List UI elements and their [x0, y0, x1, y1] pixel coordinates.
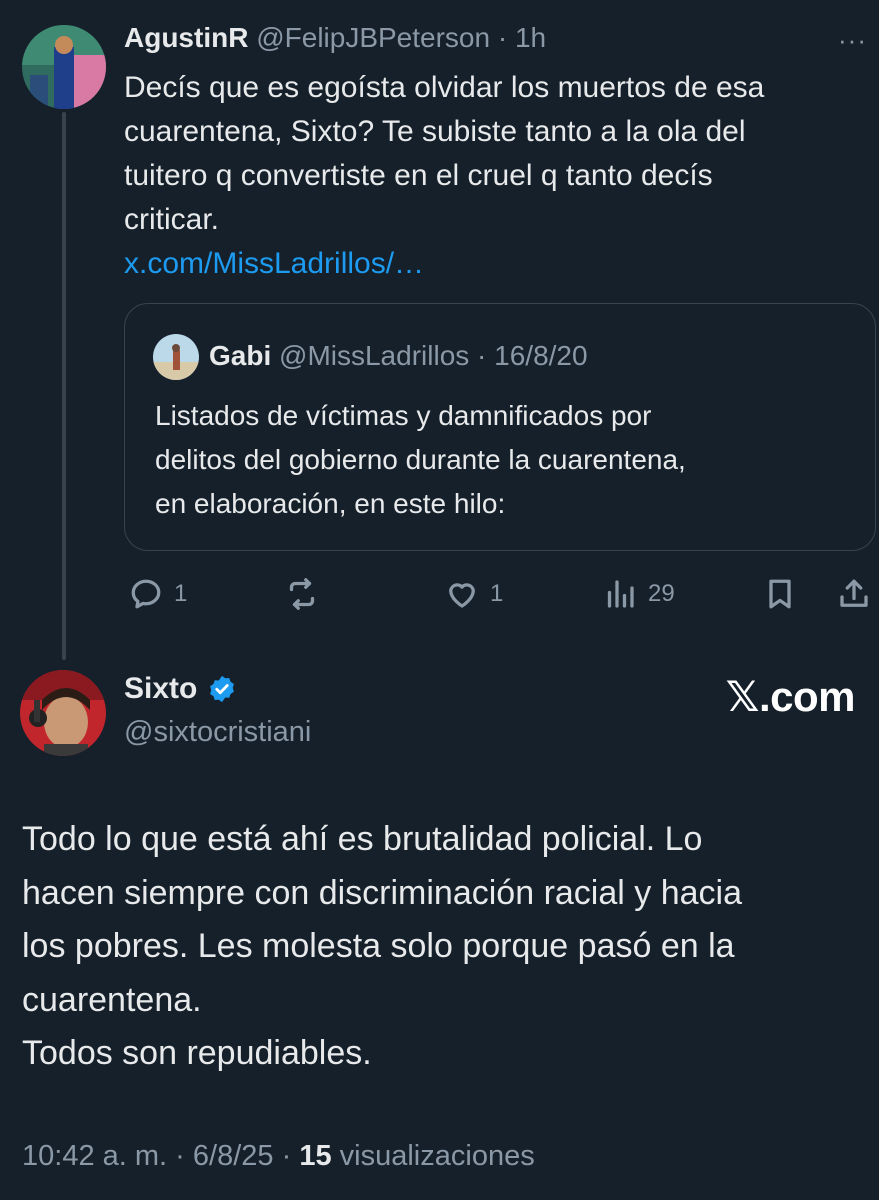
tweet-action-bar: 1 1 29	[124, 570, 879, 618]
quote-display-name: Gabi	[209, 340, 272, 371]
main-display-name[interactable]: Sixto	[124, 672, 197, 706]
reply-text-line: cuarentena, Sixto? Te subiste tanto a la…	[124, 115, 746, 148]
views-button[interactable]: 29	[602, 570, 675, 618]
bookmark-icon	[769, 579, 791, 609]
main-text-line: Todos son repudiables.	[22, 1034, 372, 1072]
reply-count: 1	[174, 580, 188, 607]
quote-text-line: en elaboración, en este hilo:	[155, 488, 506, 519]
reply-button[interactable]: 1	[128, 570, 187, 618]
main-text-line: los pobres. Les molesta solo porque pasó…	[22, 927, 735, 965]
reply-avatar[interactable]	[22, 25, 106, 109]
reply-link[interactable]: x.com/MissLadrillos/…	[124, 242, 864, 286]
quote-text-line: delitos del gobierno durante la cuarente…	[155, 444, 686, 475]
verified-badge-icon	[210, 675, 235, 703]
tweet-date[interactable]: 6/8/25	[193, 1140, 274, 1172]
main-display-name-row: Sixto	[124, 672, 237, 706]
main-avatar[interactable]	[20, 670, 106, 756]
views-chart-icon	[607, 580, 634, 608]
share-button[interactable]	[836, 570, 872, 618]
more-options-icon[interactable]: ···	[838, 27, 867, 53]
repost-button[interactable]	[284, 570, 320, 618]
like-button[interactable]: 1	[444, 570, 503, 618]
reply-separator: ·	[497, 22, 508, 53]
thread-connector	[62, 112, 66, 660]
views-count: 29	[648, 580, 675, 607]
main-text-line: Todo lo que está ahí es brutalidad polic…	[22, 820, 703, 858]
quote-date: 16/8/20	[494, 340, 588, 371]
meta-separator: ·	[281, 1140, 292, 1172]
share-icon	[840, 579, 868, 607]
reply-icon	[131, 579, 161, 609]
reply-display-name[interactable]: AgustinR	[124, 22, 248, 53]
views-label: visualizaciones	[339, 1140, 535, 1172]
main-text-line: cuarentena.	[22, 980, 202, 1019]
main-tweet-text: Todo lo que está ahí es brutalidad polic…	[22, 813, 872, 1081]
like-count: 1	[490, 580, 504, 607]
reply-text-line: Decís que es egoísta olvidar los muertos…	[124, 71, 765, 104]
reply-handle[interactable]: @FelipJBPeterson	[256, 22, 490, 53]
quote-header: Gabi @MissLadrillos · 16/8/20	[155, 340, 588, 372]
repost-icon	[289, 578, 315, 610]
reply-text: Decís que es egoísta olvidar los muertos…	[124, 66, 864, 286]
bookmark-button[interactable]	[762, 570, 798, 618]
x-com-logo: 𝕏.com	[725, 673, 856, 720]
quote-text: Listados de víctimas y damnificados por …	[155, 394, 845, 526]
reply-text-line: tuitero q convertiste en el cruel q tant…	[124, 159, 713, 192]
quote-handle: @MissLadrillos	[279, 340, 470, 371]
heart-icon	[449, 583, 475, 608]
reply-header: AgustinR @FelipJBPeterson · 1h	[124, 22, 546, 54]
quote-text-line: Listados de víctimas y damnificados por	[155, 400, 652, 431]
reply-time[interactable]: 1h	[515, 22, 546, 53]
tweet-metadata: 10:42 a. m. · 6/8/25 · 15 visualizacione…	[22, 1140, 535, 1173]
reply-text-line: criticar.	[124, 203, 220, 236]
tweet-time[interactable]: 10:42 a. m.	[22, 1140, 167, 1172]
quoted-tweet-card[interactable]: Gabi @MissLadrillos · 16/8/20 Listados d…	[124, 303, 876, 551]
main-text-line: hacen siempre con discriminación racial …	[22, 873, 742, 912]
views-total: 15	[299, 1140, 332, 1172]
meta-separator: ·	[175, 1140, 185, 1172]
main-handle[interactable]: @sixtocristiani	[124, 716, 311, 749]
quote-separator: ·	[477, 340, 487, 371]
